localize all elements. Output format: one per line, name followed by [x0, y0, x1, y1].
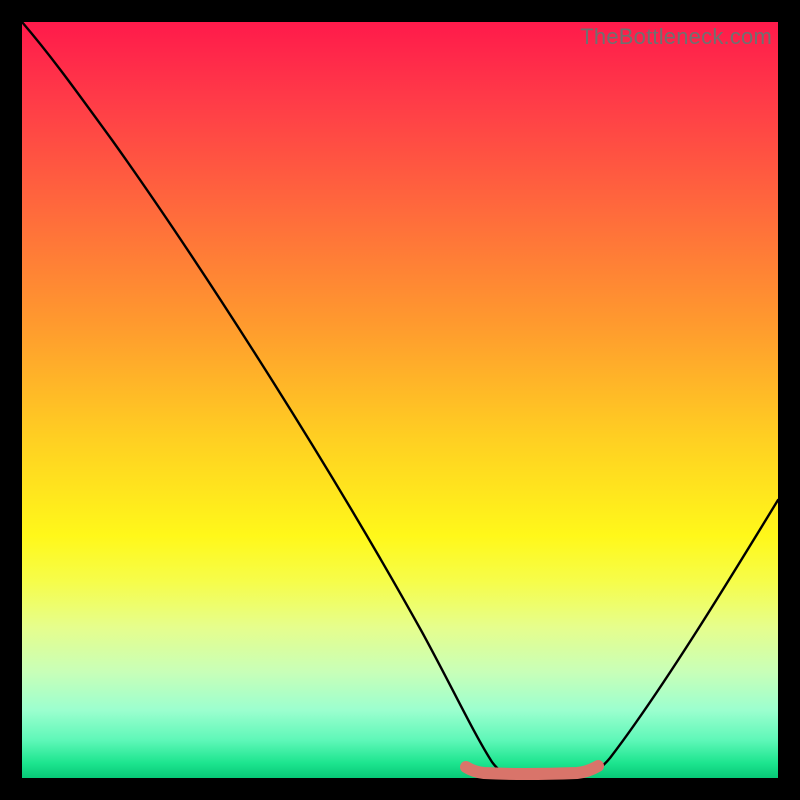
watermark-text: TheBottleneck.com	[580, 24, 772, 50]
optimal-band-marker	[466, 766, 598, 774]
bottleneck-curve	[22, 22, 778, 774]
chart-svg	[22, 22, 778, 778]
chart-frame: TheBottleneck.com	[22, 22, 778, 778]
